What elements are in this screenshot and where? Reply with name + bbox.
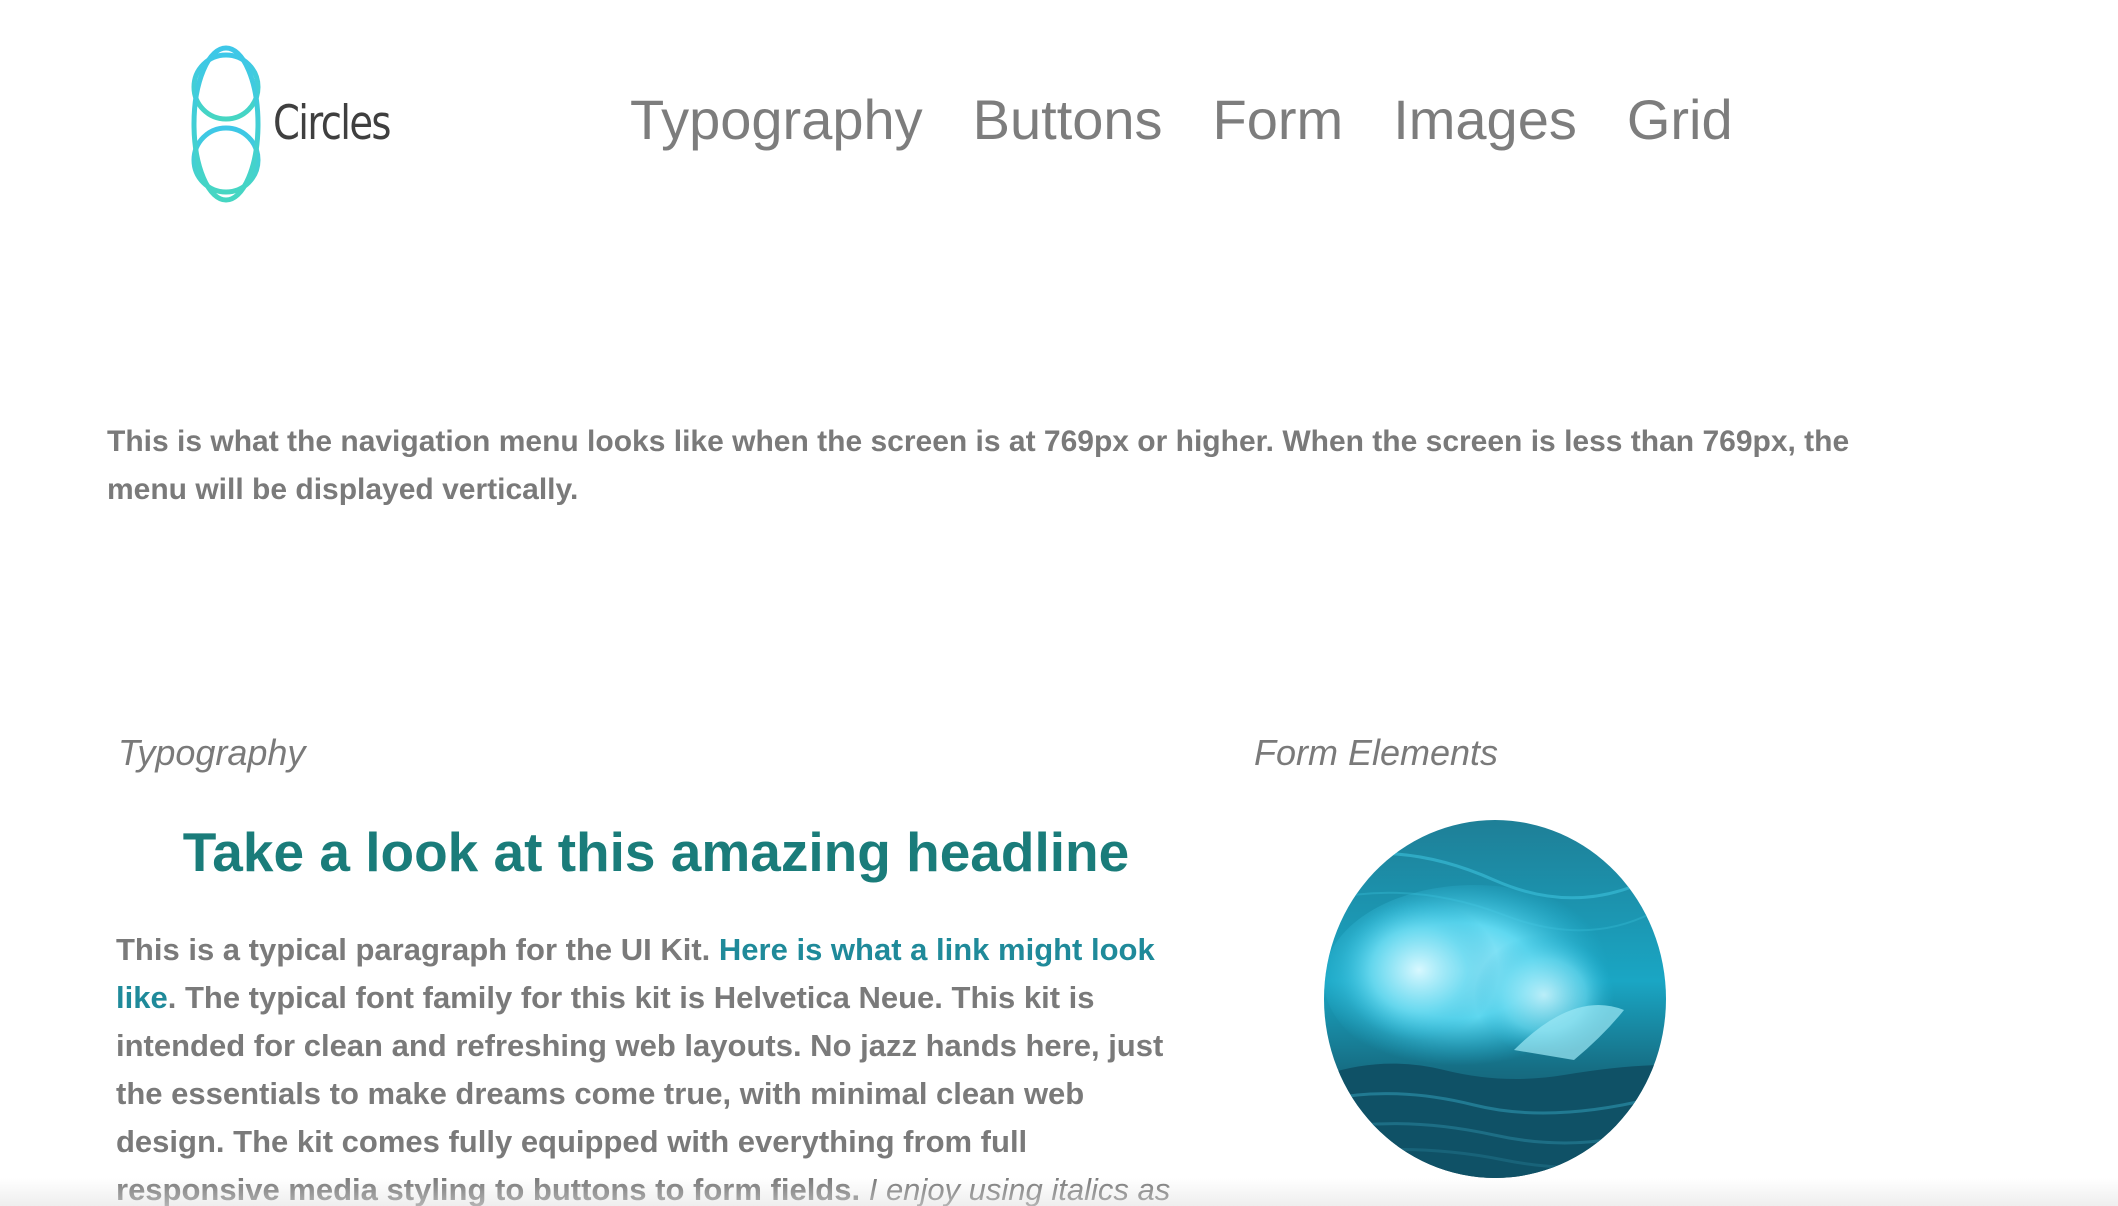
- nav-item-images[interactable]: Images: [1393, 86, 1577, 154]
- overlapping-circles-icon: [191, 45, 261, 203]
- logo[interactable]: Circles: [189, 40, 399, 210]
- headline: Take a look at this amazing headline: [182, 821, 1130, 883]
- nav-item-typography[interactable]: Typography: [630, 86, 923, 154]
- ocean-wave-image: [1324, 820, 1666, 1178]
- italic-text: I enjoy using italics as: [868, 1172, 1171, 1206]
- ocean-wave-illustration: [1324, 820, 1666, 1178]
- nav-item-grid[interactable]: Grid: [1627, 86, 1733, 154]
- typography-paragraph: This is a typical paragraph for the UI K…: [116, 926, 1196, 1206]
- paragraph-text-start: This is a typical paragraph for the UI K…: [116, 932, 719, 967]
- form-elements-section-label: Form Elements: [1254, 732, 1499, 773]
- nav-item-buttons[interactable]: Buttons: [973, 86, 1163, 154]
- typography-section-label: Typography: [118, 732, 306, 773]
- intro-text: This is what the navigation menu looks l…: [107, 425, 1850, 506]
- nav-item-form[interactable]: Form: [1213, 86, 1344, 154]
- main-nav: Typography Buttons Form Images Grid: [630, 86, 1783, 154]
- logo-text: Circles: [273, 96, 391, 151]
